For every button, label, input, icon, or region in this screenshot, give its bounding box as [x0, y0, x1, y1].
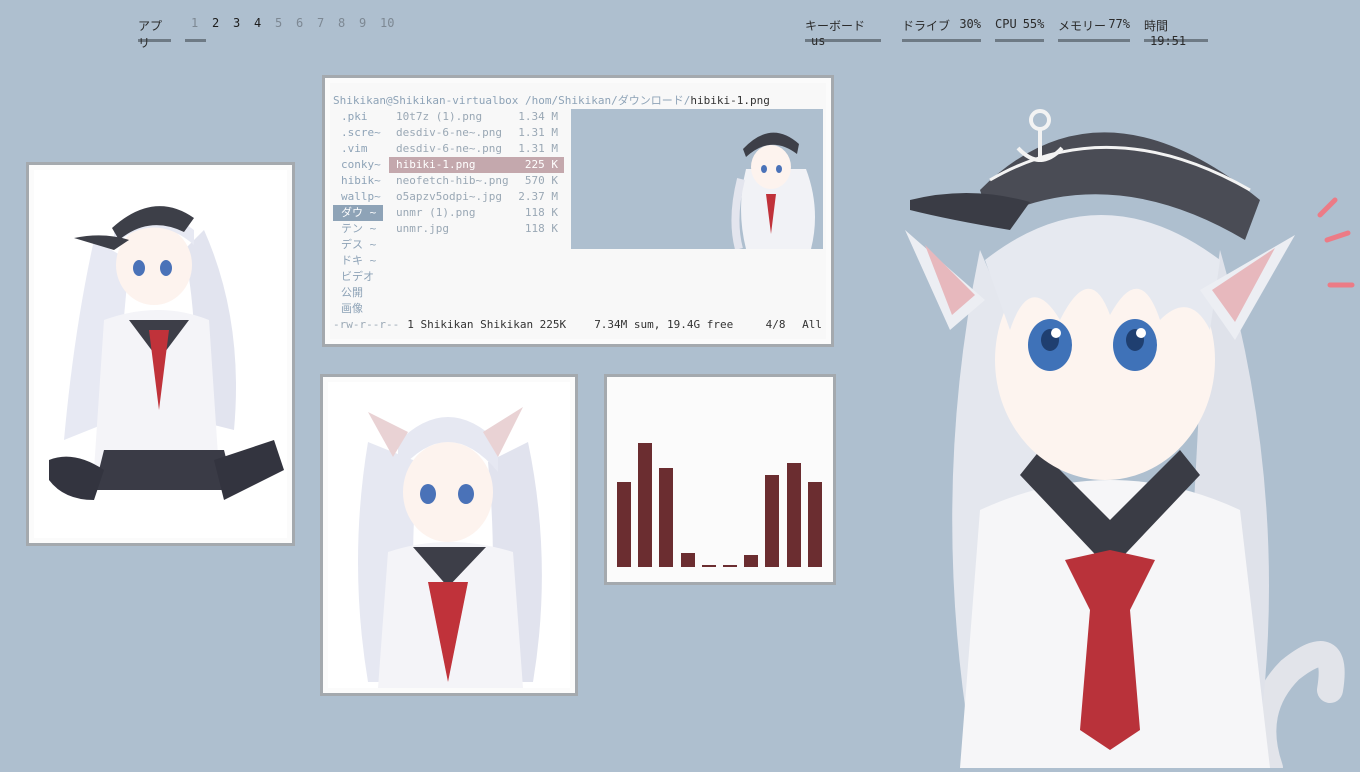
workspace-3-button[interactable]: 3 — [233, 16, 240, 30]
visualizer-bar — [765, 475, 780, 567]
parent-directory-item[interactable]: ダウ ~ — [333, 205, 383, 221]
cpu-value: 55% — [1022, 17, 1045, 31]
workspace-6-button[interactable]: 6 — [296, 16, 303, 30]
file-name: unmr (1).png — [396, 206, 476, 219]
parent-directory-item[interactable]: hibik~ — [333, 173, 383, 189]
visualizer-bar — [617, 482, 631, 567]
file-name: desdiv-6-ne~.png — [396, 126, 502, 139]
apps-menu-button[interactable]: アプリ — [138, 16, 171, 50]
apps-menu-label: アプリ — [138, 19, 163, 50]
memory-usage-indicator: メモリー 77% — [1058, 16, 1130, 42]
parent-directory-item[interactable]: デス ~ — [333, 237, 383, 253]
parent-directory-item[interactable]: .scre~ — [333, 125, 383, 141]
parent-directory-item[interactable]: 公開 — [333, 285, 383, 301]
visualizer-bar — [659, 468, 674, 567]
parent-directory-item[interactable]: テン ~ — [333, 221, 383, 237]
cpu-label: CPU — [995, 17, 1017, 31]
file-name: desdiv-6-ne~.png — [396, 142, 502, 155]
anime-character-portrait-image — [328, 382, 570, 688]
current-path: Shikikan@Shikikan-virtualbox /hom/Shikik… — [333, 93, 770, 109]
visualizer-bar — [807, 482, 822, 567]
drive-value: 30% — [959, 17, 981, 31]
anchor-icon — [1016, 109, 1064, 162]
parent-directory-item[interactable]: ビデオ — [333, 269, 383, 285]
file-list-item[interactable]: desdiv-6-ne~.png 1.31 M — [389, 141, 564, 157]
path-prefix: Shikikan@Shikikan-virtualbox /hom/Shikik… — [333, 94, 691, 107]
status-disk-sum: 7.34M sum, 19.4G free — [594, 318, 734, 331]
wallpaper-character-art — [890, 90, 1360, 772]
drive-label: ドライブ — [902, 19, 951, 33]
visualizer-bars — [615, 397, 825, 567]
file-name: hibiki-1.png — [396, 158, 476, 171]
image-viewer-window-left[interactable] — [26, 162, 295, 546]
file-size: 570 K — [524, 174, 558, 187]
keyboard-layout-indicator[interactable]: キーボードus — [805, 16, 881, 48]
file-list-column: 10t7z (1).png 1.34 M desdiv-6-ne~.png 1.31 … — [389, 109, 564, 237]
visualizer-bar — [701, 565, 716, 567]
file-size: 1.34 M — [518, 110, 558, 123]
parent-directory-item[interactable]: .vim — [333, 141, 383, 157]
status-file-info: 1 Shikikan Shikikan 225K — [407, 318, 567, 331]
file-status-line: -rw-r--r-- 1 Shikikan Shikikan 225K 7.34… — [333, 317, 822, 333]
path-current-file: hibiki-1.png — [690, 94, 770, 107]
visualizer-bar — [786, 463, 801, 567]
visualizer-bar — [680, 553, 695, 567]
workspace-4-button[interactable]: 4 — [254, 16, 261, 30]
file-manager-terminal-window[interactable]: Shikikan@Shikikan-virtualbox /hom/Shikik… — [322, 75, 834, 347]
clock: 時間19:51 — [1144, 16, 1208, 48]
parent-directory-item[interactable]: conky~ — [333, 157, 383, 173]
memory-label: メモリー — [1058, 19, 1107, 33]
file-size: 118 K — [524, 222, 558, 235]
file-list-item[interactable]: unmr (1).png 118 K — [389, 205, 564, 221]
workspace-8-button[interactable]: 8 — [338, 16, 345, 30]
workspace-10-button[interactable]: 10 — [380, 16, 394, 30]
file-list-item[interactable]: unmr.jpg 118 K — [389, 221, 564, 237]
visualizer-bar — [744, 555, 759, 567]
parent-directory-item[interactable]: wallp~ — [333, 189, 383, 205]
audio-visualizer-window — [604, 374, 836, 585]
file-size: 1.31 M — [518, 142, 558, 155]
visualizer-bar — [723, 565, 737, 567]
file-name: unmr.jpg — [396, 222, 449, 235]
file-list-item[interactable]: 10t7z (1).png 1.34 M — [389, 109, 564, 125]
file-list-item[interactable]: o5apzv5odpi~.jpg 2.37 M — [389, 189, 564, 205]
clock-value: 19:51 — [1150, 34, 1187, 48]
workspace-2-button[interactable]: 2 — [212, 16, 219, 30]
active-workspace-indicator — [185, 39, 206, 42]
workspace-9-button[interactable]: 9 — [359, 16, 366, 30]
cpu-usage-indicator: CPU 55% — [995, 16, 1044, 42]
file-name: neofetch-hib~.png — [396, 174, 509, 187]
workspace-7-button[interactable]: 7 — [317, 16, 324, 30]
file-list-item[interactable]: desdiv-6-ne~.png 1.31 M — [389, 125, 564, 141]
file-name: 10t7z (1).png — [396, 110, 483, 123]
file-name: o5apzv5odpi~.jpg — [396, 190, 502, 203]
file-size: 225 K — [524, 158, 558, 171]
parent-directory-item[interactable]: 画像 — [333, 301, 383, 317]
parent-directory-column: .pki .scre~ .vim conky~ hibik~ wallp~ ダウ ~ テン ~… — [333, 109, 383, 317]
file-size: 2.37 M — [518, 190, 558, 203]
status-permissions: -rw-r--r-- — [333, 318, 400, 331]
file-list-item[interactable]: neofetch-hib~.png 570 K — [389, 173, 564, 189]
keyboard-value: us — [811, 34, 826, 48]
drive-usage-indicator: ドライブ 30% — [902, 16, 981, 42]
workspace-5-button[interactable]: 5 — [275, 16, 282, 30]
anime-character-kneeling-image — [34, 170, 287, 538]
image-preview-pane — [571, 109, 823, 249]
workspace-1-button[interactable]: 1 — [191, 16, 198, 30]
file-size: 1.31 M — [518, 126, 558, 139]
file-size: 118 K — [524, 206, 558, 219]
keyboard-label: キーボード — [805, 19, 866, 33]
memory-value: 77% — [1108, 17, 1130, 31]
parent-directory-item[interactable]: ドキ ~ — [333, 253, 383, 269]
clock-label: 時間 — [1144, 19, 1169, 33]
status-scroll: All — [802, 318, 822, 331]
parent-directory-item[interactable]: .pki — [333, 109, 383, 125]
status-position: 4/8 — [765, 318, 786, 331]
image-viewer-window-middle[interactable] — [320, 374, 578, 696]
visualizer-bar — [638, 443, 653, 567]
file-list-item[interactable]: hibiki-1.png 225 K — [389, 157, 564, 173]
